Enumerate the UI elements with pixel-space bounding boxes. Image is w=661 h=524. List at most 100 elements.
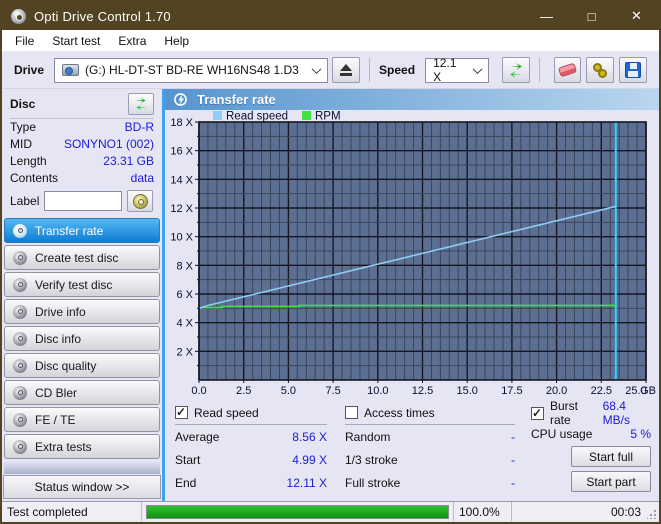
sidebar-spacer [4,461,160,474]
stat-end: End12.11 X [175,471,327,494]
save-floppy-icon [625,62,641,78]
svg-text:22.5: 22.5 [591,385,612,397]
drive-label: Drive [14,63,44,77]
stat-average: Average8.56 X [175,425,327,448]
save-button[interactable] [619,57,647,83]
speed-label: Speed [379,63,415,77]
disc-row-type: TypeBD-R [10,119,154,136]
menu-start-test[interactable]: Start test [43,32,109,50]
svg-text:2.5: 2.5 [236,385,251,397]
svg-text:6 X: 6 X [176,289,193,301]
cd-icon [13,251,27,265]
progress-bar-fill [147,506,448,518]
svg-text:Read speed: Read speed [226,111,288,123]
disc-row-length: Length23.31 GB [10,153,154,170]
disc-label-input[interactable] [44,191,122,211]
speed-select[interactable]: 12.1 X [425,58,489,83]
app-window: Opti Drive Control 1.70 — □ ✕ File Start… [0,0,661,524]
access-times-checkbox[interactable] [345,406,358,419]
drive-select[interactable]: (G:) HL-DT-ST BD-RE WH16NS48 1.D3 [54,58,328,83]
refresh-disc-button[interactable] [128,93,154,115]
sidebar-item-drive-info[interactable]: Drive info [4,299,160,324]
resize-grip-icon[interactable] [647,510,656,519]
toolbar-divider [369,58,370,82]
read-speed-checkbox-label: Read speed [194,406,259,420]
svg-text:15.0: 15.0 [456,385,477,397]
drive-icon [62,64,79,76]
stat-start: Start4.99 X [175,448,327,471]
speed-select-value: 12.1 X [433,56,468,84]
cd-icon [13,359,27,373]
disc-label-button[interactable] [127,190,153,212]
sidebar-item-verify-test-disc[interactable]: Verify test disc [4,272,160,297]
svg-text:10 X: 10 X [170,232,193,244]
sidebar-item-disc-quality[interactable]: Disc quality [4,353,160,378]
window-title: Opti Drive Control 1.70 [34,9,171,24]
stat-full-stroke: Full stroke- [345,471,515,494]
chart-panel: Transfer rate 2 X4 X6 X8 X10 X12 X14 X16… [162,89,659,501]
left-panel: Disc TypeBD-R MIDSONYNO1 (002) Length2 [2,89,162,501]
sidebar-item-cd-bler[interactable]: CD Bler [4,380,160,405]
svg-text:2 X: 2 X [176,346,193,358]
sidebar-item-create-test-disc[interactable]: Create test disc [4,245,160,270]
stat-cpu-usage: CPU usage5 % [531,422,651,445]
cd-icon [133,194,148,209]
menu-file[interactable]: File [6,32,43,50]
disc-row-mid: MIDSONYNO1 (002) [10,136,154,153]
cd-icon [13,332,27,346]
drive-select-value: (G:) HL-DT-ST BD-RE WH16NS48 1.D3 [85,63,299,77]
progress-percent: 100.0% [454,502,512,521]
menu-extra[interactable]: Extra [109,32,155,50]
eject-button[interactable] [332,57,360,83]
access-times-checkbox-label: Access times [364,406,435,420]
sidebar-item-fe-te[interactable]: FE / TE [4,407,160,432]
maximize-button[interactable]: □ [569,2,614,30]
chart-canvas: 2 X4 X6 X8 X10 X12 X14 X16 X18 X0.02.55.… [165,110,657,398]
sidebar-item-transfer-rate[interactable]: Transfer rate [4,218,160,243]
refresh-arrows-icon [507,62,525,78]
menu-bar: File Start test Extra Help [2,30,659,52]
svg-text:12.5: 12.5 [412,385,433,397]
svg-text:20.0: 20.0 [546,385,567,397]
minimize-button[interactable]: — [524,2,569,30]
sidebar-item-disc-info[interactable]: Disc info [4,326,160,351]
burst-rate-checkbox[interactable] [531,407,544,420]
refresh-speed-button[interactable] [502,57,530,83]
sidebar-item-extra-tests[interactable]: Extra tests [4,434,160,459]
title-bar: Opti Drive Control 1.70 — □ ✕ [2,2,659,30]
toolbar-divider [539,58,540,82]
svg-text:5.0: 5.0 [281,385,296,397]
erase-disc-button[interactable] [554,57,582,83]
svg-text:4 X: 4 X [176,318,193,330]
start-full-button[interactable]: Start full [571,446,651,467]
transfer-rate-chart: 2 X4 X6 X8 X10 X12 X14 X16 X18 X0.02.55.… [165,110,659,398]
cd-icon [13,413,27,427]
svg-text:16 X: 16 X [170,146,193,158]
read-speed-checkbox[interactable] [175,406,188,419]
toolbar: Drive (G:) HL-DT-ST BD-RE WH16NS48 1.D3 … [2,52,659,89]
svg-text:0.0: 0.0 [191,385,206,397]
chart-title: Transfer rate [197,92,276,107]
transfer-rate-disc-icon [173,92,188,107]
svg-text:GB: GB [640,385,656,397]
cd-icon [13,440,27,454]
options-button[interactable] [586,57,614,83]
menu-help[interactable]: Help [155,32,198,50]
status-text: Test completed [2,502,142,521]
cd-icon [13,386,27,400]
close-button[interactable]: ✕ [614,2,659,30]
chart-header: Transfer rate [165,89,659,110]
cd-icon [13,305,27,319]
svg-text:14 X: 14 X [170,174,193,186]
stat-one-third-stroke: 1/3 stroke- [345,448,515,471]
start-part-button[interactable]: Start part [571,471,651,492]
status-window-button[interactable]: Status window >> [3,475,161,499]
disc-label-caption: Label [10,194,39,208]
options-icon [593,63,607,78]
sidebar-nav: Transfer rate Create test disc Verify te… [2,218,162,461]
disc-panel-title: Disc [10,97,35,111]
status-bar: Test completed 100.0% 00:03 [2,501,659,521]
cd-icon [13,278,27,292]
chevron-down-icon [312,64,322,74]
eraser-icon [558,63,577,78]
